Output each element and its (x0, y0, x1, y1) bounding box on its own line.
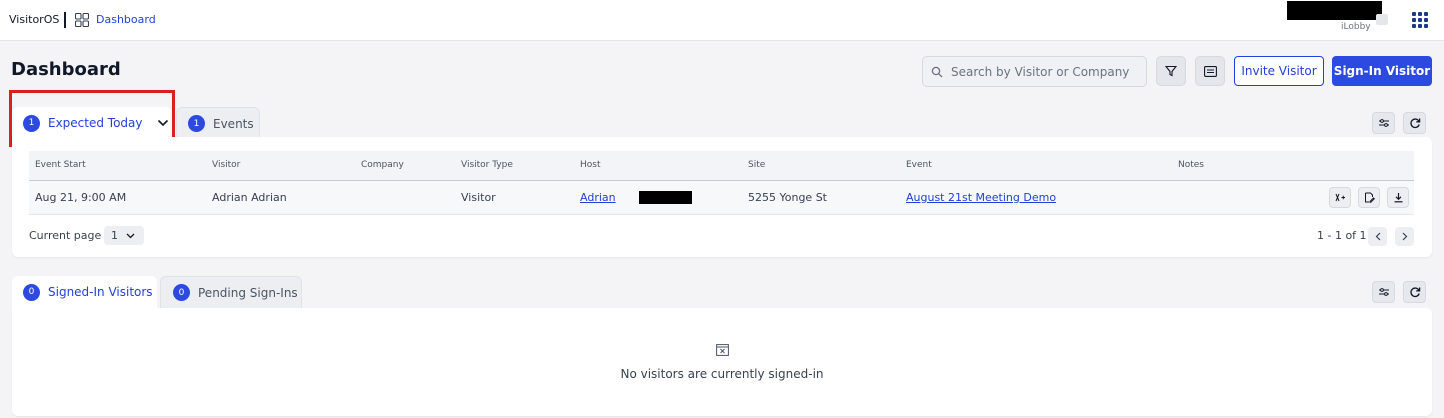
refresh-button[interactable] (1403, 112, 1426, 134)
sliders-icon (1378, 288, 1389, 296)
current-page-select[interactable]: 1 (104, 226, 144, 245)
empty-state-message: No visitors are currently signed-in (620, 367, 824, 381)
invite-visitor-button[interactable]: Invite Visitor (1234, 56, 1324, 86)
redacted-host-surname (639, 191, 692, 204)
prev-page-button[interactable] (1368, 227, 1387, 246)
chevron-down-icon (126, 233, 135, 238)
badge-scan-button[interactable] (1195, 56, 1225, 86)
cell-visitor-type: Visitor (461, 191, 496, 204)
signed-in-visitors-panel: No visitors are currently signed-in (12, 308, 1432, 416)
cell-event-link[interactable]: August 21st Meeting Demo (906, 191, 1056, 204)
cell-event-start: Aug 21, 9:00 AM (35, 191, 127, 204)
cell-host-link[interactable]: Adrian (580, 191, 616, 204)
edit-row-button[interactable] (1358, 187, 1380, 208)
refresh-button[interactable] (1403, 281, 1426, 303)
refresh-icon (1409, 118, 1420, 129)
tab-events[interactable]: 1 Events (176, 107, 260, 139)
col-notes[interactable]: Notes (1178, 160, 1204, 170)
person-add-icon (1335, 193, 1345, 202)
table-header: Event Start Visitor Company Visitor Type… (29, 151, 1414, 181)
chevron-right-icon (1402, 232, 1407, 241)
chevron-left-icon (1375, 232, 1380, 241)
search-box[interactable] (922, 56, 1147, 87)
tab-label: Signed-In Visitors (48, 285, 153, 299)
tab-label: Pending Sign-Ins (198, 285, 298, 300)
empty-box-icon (716, 344, 729, 356)
download-row-button[interactable] (1387, 187, 1409, 208)
sign-in-row-button[interactable] (1329, 187, 1351, 208)
page-title: Dashboard (11, 59, 121, 80)
dashboard-icon (75, 13, 89, 27)
brand-name[interactable]: VisitorOS (9, 13, 59, 26)
events-count-badge: 1 (188, 115, 205, 132)
table-row[interactable]: Aug 21, 9:00 AM Adrian Adrian Visitor Ad… (29, 181, 1414, 215)
current-page-value: 1 (111, 229, 118, 242)
apps-grid-icon[interactable] (1412, 12, 1428, 28)
col-visitor-type[interactable]: Visitor Type (461, 160, 513, 170)
next-page-button[interactable] (1395, 227, 1414, 246)
tab-signed-in-visitors[interactable]: 0 Signed-In Visitors (12, 276, 157, 308)
pending-count-badge: 0 (173, 284, 190, 301)
search-icon (931, 66, 943, 78)
table-settings-button[interactable] (1372, 281, 1395, 303)
tab-pending-sign-ins[interactable]: 0 Pending Sign-Ins (160, 276, 302, 308)
col-site[interactable]: Site (748, 160, 765, 170)
breadcrumb-dashboard[interactable]: Dashboard (96, 13, 156, 26)
id-card-icon (1203, 65, 1217, 77)
page-range-label: 1 - 1 of 1 (1317, 229, 1367, 242)
search-input[interactable] (951, 63, 1141, 81)
brand-separator (64, 12, 66, 28)
tab-label: Events (213, 116, 254, 131)
filter-button[interactable] (1156, 56, 1186, 86)
user-avatar[interactable] (1376, 14, 1388, 25)
cell-visitor: Adrian Adrian (212, 191, 287, 204)
col-event[interactable]: Event (906, 160, 932, 170)
cell-site: 5255 Yonge St (748, 191, 827, 204)
filter-icon (1165, 65, 1177, 77)
document-edit-icon (1364, 192, 1375, 203)
org-name: iLobby (1341, 22, 1371, 32)
table-settings-button[interactable] (1372, 112, 1395, 134)
refresh-icon (1409, 287, 1420, 298)
signed-in-count-badge: 0 (23, 283, 40, 301)
col-host[interactable]: Host (580, 160, 601, 170)
col-visitor[interactable]: Visitor (212, 160, 240, 170)
current-page-label: Current page (29, 229, 102, 242)
col-event-start[interactable]: Event Start (35, 160, 86, 170)
sliders-icon (1378, 119, 1389, 127)
redacted-user-name[interactable] (1287, 1, 1382, 20)
expected-today-panel: Event Start Visitor Company Visitor Type… (12, 137, 1432, 257)
col-company[interactable]: Company (361, 160, 404, 170)
sign-in-visitor-button[interactable]: Sign-In Visitor (1332, 56, 1432, 86)
top-navigation-bar: VisitorOS Dashboard iLobby (0, 0, 1444, 41)
download-icon (1394, 193, 1402, 203)
